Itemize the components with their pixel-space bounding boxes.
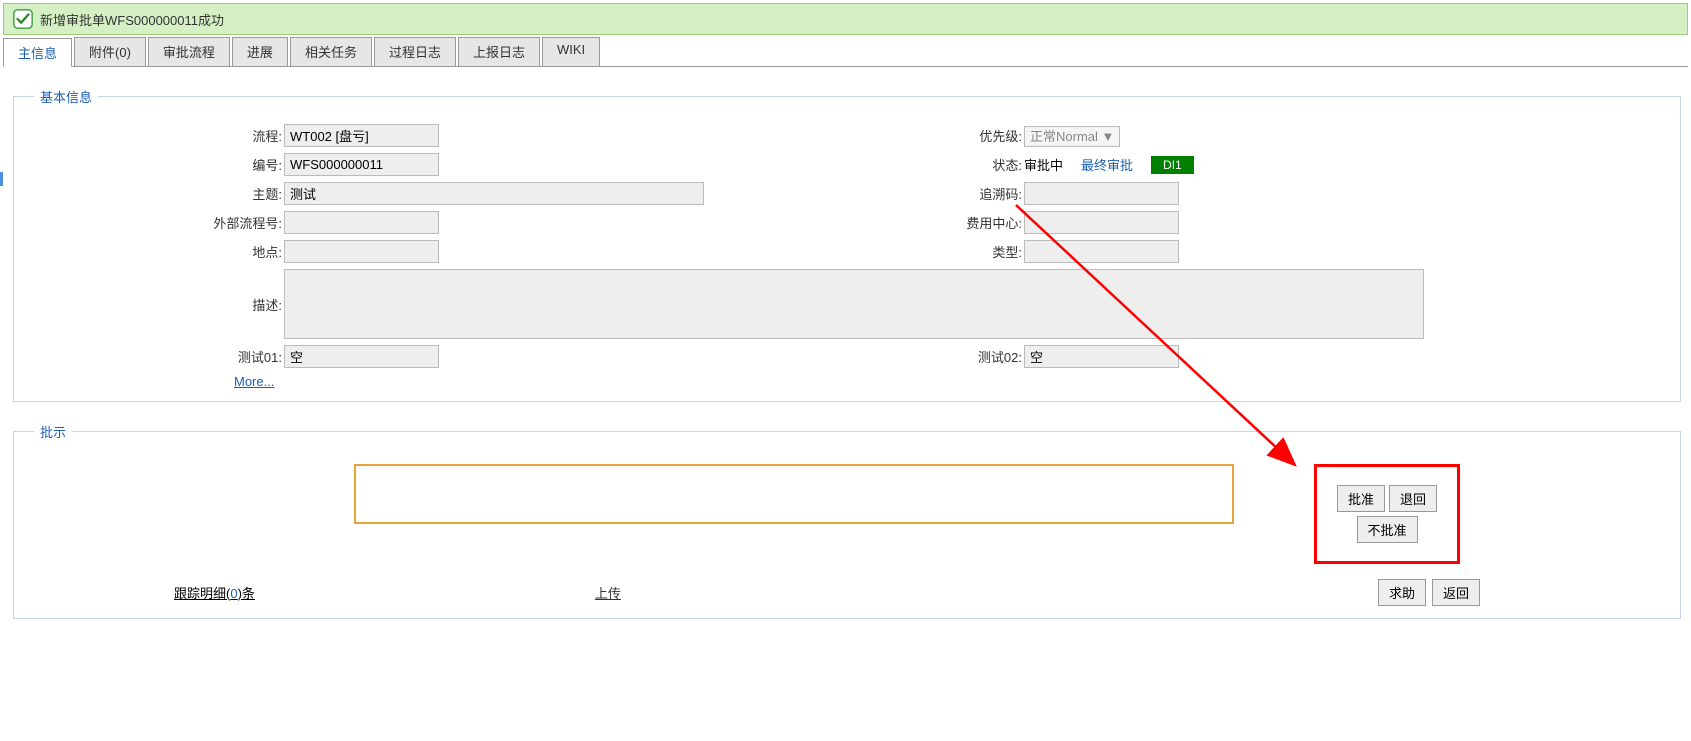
type-field xyxy=(1024,240,1179,263)
track-detail-count: 0 xyxy=(230,586,237,601)
location-label: 地点: xyxy=(24,242,284,261)
priority-select[interactable]: 正常Normal ▼ xyxy=(1024,126,1120,147)
tab-attachments[interactable]: 附件(0) xyxy=(74,37,146,66)
trace-field xyxy=(1024,182,1179,205)
cost-center-label: 费用中心: xyxy=(704,213,1024,232)
test01-field xyxy=(284,345,439,368)
notification-text: 新增审批单WFS000000011成功 xyxy=(40,10,224,29)
tab-report-log[interactable]: 上报日志 xyxy=(458,37,540,66)
description-field xyxy=(284,269,1424,339)
tab-bar: 主信息 附件(0) 审批流程 进展 相关任务 过程日志 上报日志 WIKI xyxy=(3,37,1688,67)
trace-label: 追溯码: xyxy=(704,184,1024,203)
final-approval-link[interactable]: 最终审批 xyxy=(1081,155,1133,174)
tab-progress[interactable]: 进展 xyxy=(232,37,288,66)
status-label: 状态: xyxy=(704,155,1024,174)
process-field xyxy=(284,124,439,147)
approve-button[interactable]: 批准 xyxy=(1337,485,1385,512)
check-icon xyxy=(12,8,34,30)
subject-field xyxy=(284,182,704,205)
status-value: 审批中 xyxy=(1024,155,1063,174)
tab-main-info[interactable]: 主信息 xyxy=(3,38,72,67)
track-detail-suffix: )条 xyxy=(238,586,255,601)
process-label: 流程: xyxy=(24,126,284,145)
action-buttons-highlighted-box: 批准 退回 不批准 xyxy=(1314,464,1460,564)
approval-comment-input[interactable] xyxy=(354,464,1234,524)
basic-info-legend: 基本信息 xyxy=(34,87,98,106)
location-field xyxy=(284,240,439,263)
number-field xyxy=(284,153,439,176)
subject-label: 主题: xyxy=(24,184,284,203)
tab-approval-flow[interactable]: 审批流程 xyxy=(148,37,230,66)
ext-process-label: 外部流程号: xyxy=(24,213,284,232)
basic-info-section: 基本信息 流程: 优先级: 正常Normal ▼ 编号: 状态: 审批中 最终审… xyxy=(13,87,1681,402)
help-button[interactable]: 求助 xyxy=(1378,579,1426,606)
test01-label: 测试01: xyxy=(24,347,284,366)
test02-label: 测试02: xyxy=(704,347,1024,366)
status-badge: DI1 xyxy=(1151,156,1194,174)
upload-link[interactable]: 上传 xyxy=(595,583,621,602)
more-link[interactable]: More... xyxy=(234,374,274,389)
test02-field xyxy=(1024,345,1179,368)
approval-section: 批示 批准 退回 不批准 跟踪明细(0)条 上传 求助 返回 xyxy=(13,422,1681,619)
tab-wiki[interactable]: WIKI xyxy=(542,37,600,66)
tab-process-log[interactable]: 过程日志 xyxy=(374,37,456,66)
left-accent-bar xyxy=(0,172,3,186)
back-button[interactable]: 返回 xyxy=(1432,579,1480,606)
tab-related-tasks[interactable]: 相关任务 xyxy=(290,37,372,66)
ext-process-field xyxy=(284,211,439,234)
description-label: 描述: xyxy=(24,295,284,314)
reject-button[interactable]: 不批准 xyxy=(1357,516,1418,543)
priority-label: 优先级: xyxy=(704,126,1024,145)
track-detail-link[interactable]: 跟踪明细(0)条 xyxy=(174,583,255,602)
number-label: 编号: xyxy=(24,155,284,174)
success-notification: 新增审批单WFS000000011成功 xyxy=(3,3,1688,35)
track-detail-prefix: 跟踪明细( xyxy=(174,586,230,601)
cost-center-field xyxy=(1024,211,1179,234)
type-label: 类型: xyxy=(704,242,1024,261)
approval-legend: 批示 xyxy=(34,422,72,441)
return-button[interactable]: 退回 xyxy=(1389,485,1437,512)
